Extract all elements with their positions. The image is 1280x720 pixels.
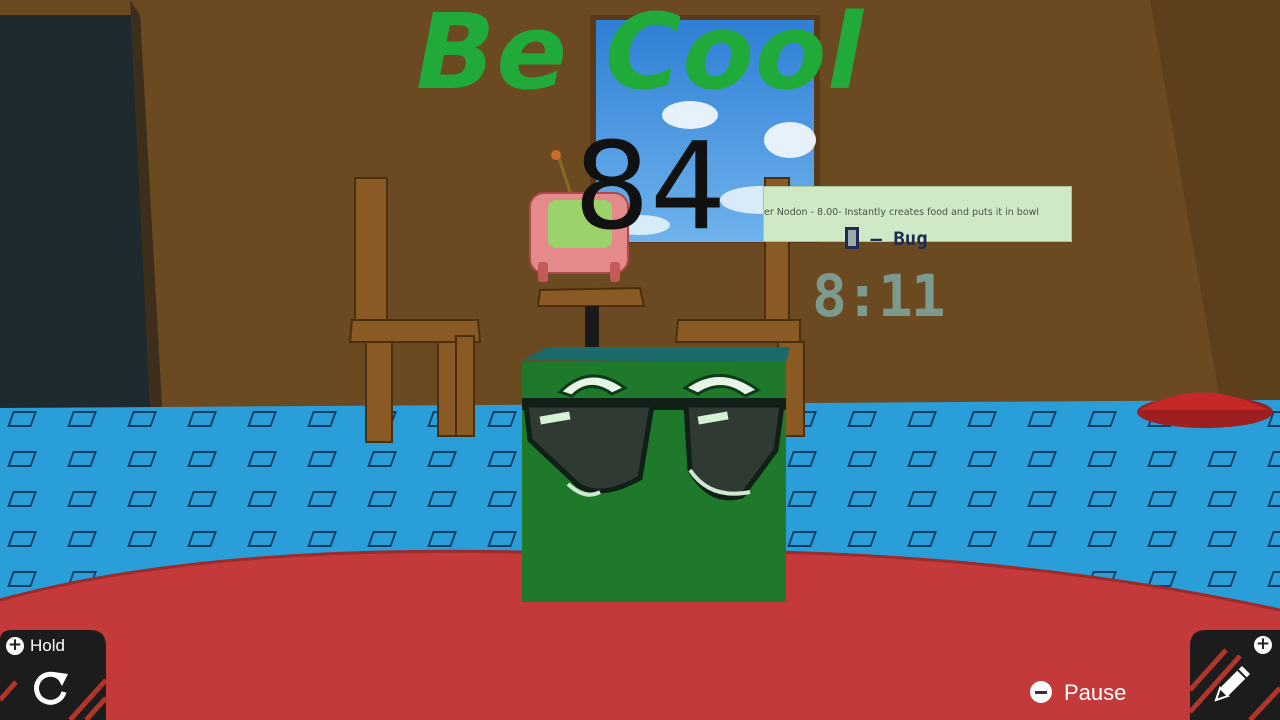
wall-number: 8:11 [812, 262, 946, 330]
hold-label: Hold [30, 636, 65, 655]
bug-label: – Bug [845, 227, 928, 250]
bug-label-text: – Bug [870, 228, 928, 250]
pause-label: Pause [1064, 680, 1127, 705]
plus-button-icon: + [6, 635, 24, 655]
rotate-icon [34, 671, 68, 705]
cool-cube [522, 347, 790, 602]
score-counter: 84 [573, 118, 727, 257]
plus-button-icon: + [1254, 634, 1272, 654]
hold-control[interactable]: + Hold [0, 630, 106, 720]
sign-text: er Nodon - 8.00- Instantly creates food … [764, 207, 1040, 218]
pencil-icon [1214, 666, 1250, 702]
edit-button[interactable]: + [1190, 630, 1280, 720]
minus-button-icon [1030, 681, 1052, 703]
button-glyph-icon [845, 227, 859, 249]
game-title: Be Cool [416, 0, 864, 113]
pause-button[interactable]: Pause [1030, 680, 1150, 706]
